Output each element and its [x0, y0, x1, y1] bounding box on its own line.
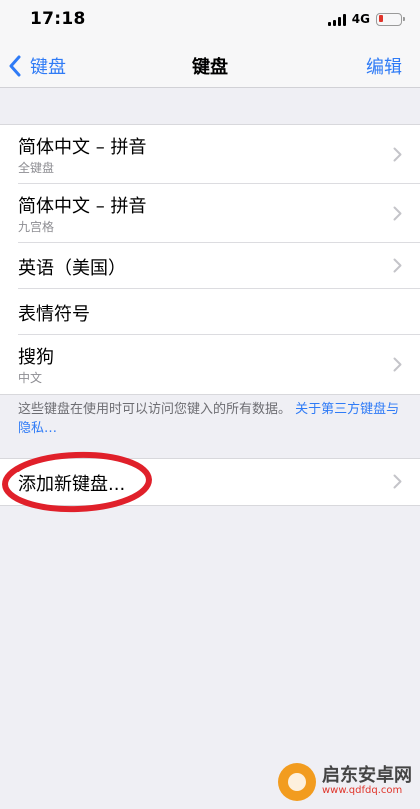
keyboard-row-pinyin-9key[interactable]: 简体中文 – 拼音 九宫格 [0, 184, 420, 243]
watermark-url: www.qdfdq.com [322, 785, 403, 797]
watermark-text: 启东安卓网 www.qdfdq.com [322, 765, 412, 797]
battery-icon [376, 12, 405, 26]
keyboard-subtitle: 中文 [18, 371, 43, 385]
watermark: 启东安卓网 www.qdfdq.com [278, 763, 412, 801]
keyboard-subtitle: 全键盘 [18, 161, 55, 175]
cellular-signal-icon [327, 13, 346, 26]
chevron-right-icon [393, 258, 402, 273]
network-type: 4G [351, 12, 370, 26]
keyboard-row-english[interactable]: 英语（美国） [0, 243, 420, 289]
status-time: 17:18 [30, 9, 86, 29]
keyboard-title: 英语（美国） [18, 258, 126, 279]
keyboard-settings-screen: 17:18 4G 键盘 键盘 编辑 简体中文 – 拼音 全键盘 简体中文 – 拼… [0, 0, 420, 809]
keyboard-row-pinyin-full[interactable]: 简体中文 – 拼音 全键盘 [0, 125, 420, 184]
edit-button[interactable]: 编辑 [366, 53, 402, 79]
keyboard-row-sogou[interactable]: 搜狗 中文 [0, 335, 420, 394]
keyboard-subtitle: 九宫格 [18, 220, 55, 234]
keyboard-title: 简体中文 – 拼音 [18, 196, 147, 217]
privacy-footnote: 这些键盘在使用时可以访问您键入的所有数据。 关于第三方键盘与隐私… [18, 400, 402, 438]
add-new-keyboard-row[interactable]: 添加新键盘... [0, 459, 420, 505]
status-indicators: 4G [327, 11, 405, 27]
watermark-logo-icon [278, 763, 316, 801]
chevron-right-icon [393, 206, 402, 221]
add-keyboard-group: 添加新键盘... [0, 458, 420, 506]
keyboard-title: 简体中文 – 拼音 [18, 137, 147, 158]
chevron-right-icon [393, 357, 402, 372]
watermark-brand: 启东安卓网 [322, 765, 412, 787]
keyboard-row-emoji[interactable]: 表情符号 [0, 289, 420, 335]
page-title: 键盘 [192, 57, 228, 78]
add-new-keyboard-label: 添加新键盘... [18, 474, 126, 495]
keyboard-title: 表情符号 [18, 304, 90, 325]
keyboard-title: 搜狗 [18, 347, 54, 368]
top-bar: 17:18 4G 键盘 键盘 编辑 [0, 0, 420, 88]
chevron-right-icon [393, 147, 402, 162]
privacy-note-text: 这些键盘在使用时可以访问您键入的所有数据。 [18, 402, 292, 417]
keyboard-list: 简体中文 – 拼音 全键盘 简体中文 – 拼音 九宫格 英语（美国） 表情符号 … [0, 124, 420, 395]
chevron-right-icon [393, 474, 402, 489]
